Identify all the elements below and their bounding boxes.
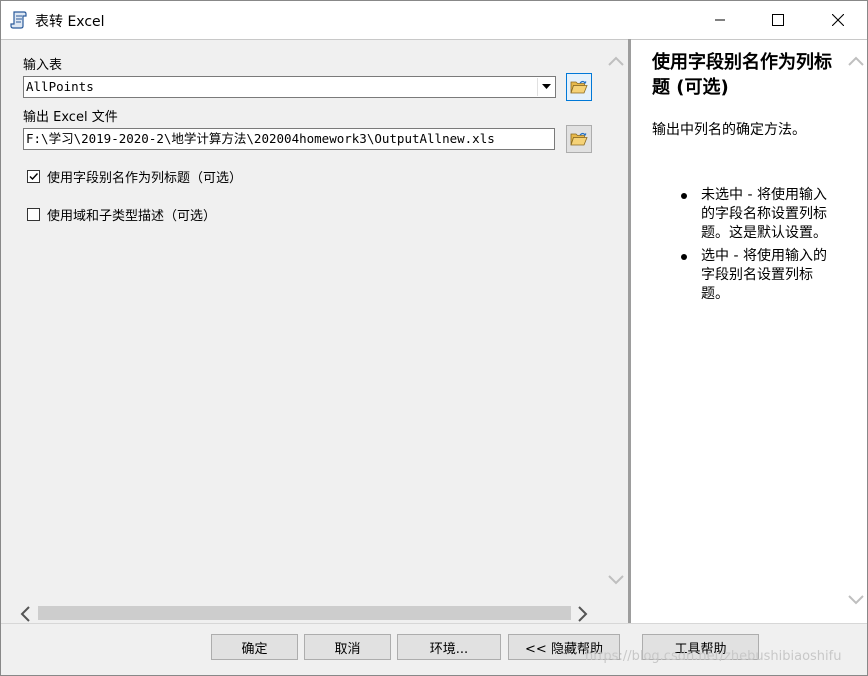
- folder-open-icon: [570, 132, 588, 146]
- input-table-label: 输入表: [23, 58, 63, 73]
- close-icon: [832, 14, 844, 26]
- title-bar: 表转 Excel: [1, 1, 867, 39]
- window-title: 表转 Excel: [35, 14, 105, 30]
- help-list-item: 未选中 - 将使用输入的字段名称设置列标题。这是默认设置。: [679, 186, 829, 243]
- bullet-icon: [681, 254, 687, 260]
- use-domain-checkbox[interactable]: [27, 208, 40, 221]
- tool-dialog-window: 表转 Excel 输入表 AllPoints 输出 Excel 文件 F:\学习…: [0, 0, 868, 676]
- output-file-value: F:\学习\2019-2020-2\地学计算方法\202004homework3…: [26, 131, 495, 146]
- help-list-item: 选中 - 将使用输入的字段别名设置列标题。: [679, 247, 829, 304]
- checkmark-icon: [29, 173, 39, 181]
- minimize-button[interactable]: [691, 1, 749, 39]
- chevron-up-icon: [848, 56, 864, 66]
- parameters-pane: 输入表 AllPoints 输出 Excel 文件 F:\学习\2019-202…: [1, 39, 628, 624]
- chevron-down-icon: [541, 84, 551, 89]
- input-table-dropdown-button[interactable]: [537, 78, 554, 96]
- use-domain-label: 使用域和子类型描述（可选）: [47, 209, 217, 224]
- parameters-horizontal-scrollbar[interactable]: [13, 603, 605, 624]
- button-bar: 确定 取消 环境... << 隐藏帮助 工具帮助 https://blog.cs…: [1, 623, 867, 675]
- help-pane: 使用字段别名作为列标题 (可选) 输出中列名的确定方法。 未选中 - 将使用输入…: [631, 39, 867, 624]
- help-title: 使用字段别名作为列标题 (可选): [652, 52, 832, 98]
- bullet-icon: [681, 193, 687, 199]
- environments-button[interactable]: 环境...: [397, 634, 501, 660]
- output-file-label: 输出 Excel 文件: [23, 110, 118, 125]
- chevron-down-icon: [848, 595, 864, 605]
- use-alias-label: 使用字段别名作为列标题（可选）: [47, 171, 243, 186]
- output-file-browse-button[interactable]: [566, 125, 592, 153]
- help-list: 未选中 - 将使用输入的字段名称设置列标题。这是默认设置。 选中 - 将使用输入…: [679, 186, 829, 308]
- folder-open-icon: [570, 80, 588, 94]
- watermark-text: https://blog.csdn.net/zhebushibiaoshifu: [585, 649, 842, 664]
- chevron-right-icon[interactable]: [576, 604, 590, 624]
- chevron-down-icon: [608, 575, 624, 585]
- ok-button[interactable]: 确定: [211, 634, 298, 660]
- use-alias-option[interactable]: 使用字段别名作为列标题（可选）: [27, 167, 242, 186]
- help-description: 输出中列名的确定方法。: [652, 122, 806, 138]
- maximize-icon: [772, 14, 784, 26]
- chevron-left-icon[interactable]: [18, 604, 32, 624]
- output-file-input[interactable]: F:\学习\2019-2020-2\地学计算方法\202004homework3…: [23, 128, 555, 150]
- help-vertical-scrollbar[interactable]: [845, 40, 867, 624]
- tool-script-icon: [10, 11, 27, 29]
- parameters-vertical-scrollbar[interactable]: [605, 40, 627, 602]
- help-item-text: 选中 - 将使用输入的字段别名设置列标题。: [701, 248, 827, 302]
- cancel-button[interactable]: 取消: [304, 634, 391, 660]
- close-button[interactable]: [809, 1, 867, 39]
- minimize-icon: [715, 19, 725, 21]
- use-alias-checkbox[interactable]: [27, 170, 40, 183]
- use-domain-option[interactable]: 使用域和子类型描述（可选）: [27, 205, 216, 224]
- input-table-value: AllPoints: [26, 79, 94, 94]
- horizontal-scroll-thumb[interactable]: [38, 606, 571, 620]
- maximize-button[interactable]: [749, 1, 807, 39]
- input-table-browse-button[interactable]: [566, 73, 592, 101]
- help-item-text: 未选中 - 将使用输入的字段名称设置列标题。这是默认设置。: [701, 187, 827, 241]
- chevron-up-icon: [608, 56, 624, 66]
- input-table-combobox[interactable]: AllPoints: [23, 76, 556, 98]
